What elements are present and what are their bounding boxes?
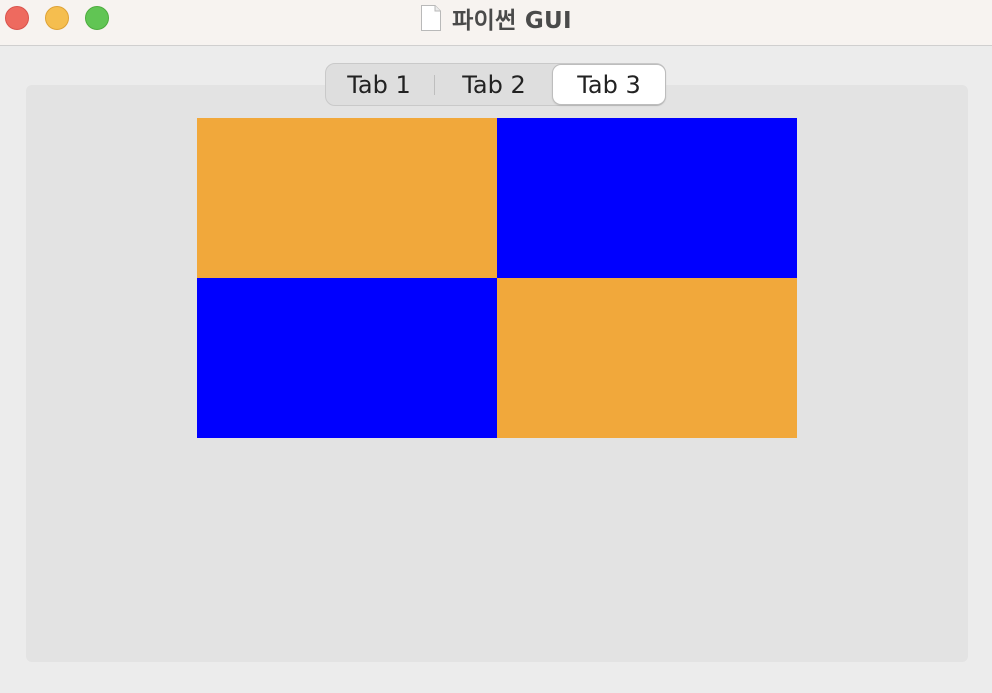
tab-3[interactable]: Tab 3 [553,65,665,104]
grid-cell-bottom-right [497,278,797,438]
window-title: 파이썬 GUI [452,8,572,34]
tab-2[interactable]: Tab 2 [436,64,552,105]
grid-cell-top-right [497,118,797,278]
tab-bar: Tab 1 Tab 2 Tab 3 [325,63,666,106]
document-icon [420,4,442,32]
title-bar: 파이썬 GUI [0,0,992,46]
window-title-area: 파이썬 GUI [0,0,992,36]
grid-cell-top-left [197,118,497,278]
tab-separator [434,75,435,95]
app-window: 파이썬 GUI Tab 1 Tab 2 Tab 3 [0,0,992,693]
color-grid-canvas [197,118,797,438]
grid-cell-bottom-left [197,278,497,438]
tab-1[interactable]: Tab 1 [326,64,432,105]
